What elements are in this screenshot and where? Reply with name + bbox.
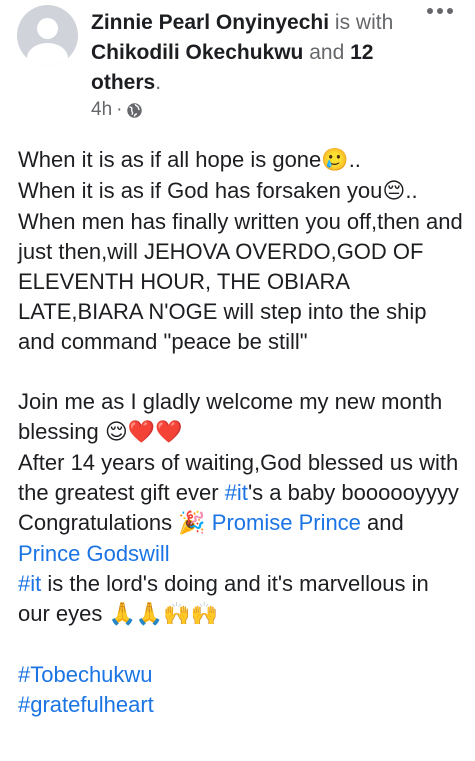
avatar-head-shape bbox=[37, 18, 58, 39]
author-name[interactable]: Zinnie Pearl Onyinyechi bbox=[91, 11, 329, 34]
tagged-name[interactable]: Chikodili Okechukwu bbox=[91, 41, 303, 64]
post-author-line: Zinnie Pearl Onyinyechi is with Chikodil… bbox=[91, 8, 421, 98]
more-dot bbox=[447, 8, 453, 14]
more-options-icon[interactable] bbox=[427, 8, 453, 14]
hashtag-list: #Tobechukwu #gratefulheart bbox=[18, 660, 466, 720]
mention-promise-prince[interactable]: Promise Prince bbox=[212, 510, 361, 535]
avatar[interactable] bbox=[17, 5, 78, 66]
hashtag-tobechukwu-link[interactable]: #Tobechukwu bbox=[18, 662, 153, 687]
hashtag-it-link[interactable]: #it bbox=[18, 571, 41, 596]
ellipsis-text: .. bbox=[348, 147, 361, 172]
avatar-body-shape bbox=[27, 43, 68, 66]
line-join: Join me as I gladly welcome my new month… bbox=[18, 389, 443, 444]
line-baby: 's a baby boooooyyyy bbox=[247, 480, 459, 505]
line-lords: is the lord's doing and it's marvellous … bbox=[18, 571, 429, 626]
post-body: When it is as if all hope is gone🥲.. Whe… bbox=[18, 145, 466, 720]
pensive-emoji: 😔 bbox=[382, 179, 406, 204]
period-text: . bbox=[155, 71, 162, 94]
relieved-hearts-emoji: 😌❤️❤️ bbox=[104, 420, 183, 445]
post-paragraph: When it is as if all hope is gone🥲.. Whe… bbox=[18, 145, 466, 357]
more-dot bbox=[437, 8, 443, 14]
line-hope: When it is as if all hope is gone bbox=[18, 147, 322, 172]
and-text: and bbox=[367, 510, 404, 535]
party-popper-emoji: 🎉 bbox=[178, 511, 206, 536]
ellipsis-text: .. bbox=[405, 178, 418, 203]
mention-prince-godswill[interactable]: Prince Godswill bbox=[18, 541, 170, 566]
post-time[interactable]: 4h bbox=[91, 99, 112, 121]
post-header: Zinnie Pearl Onyinyechi is with Chikodil… bbox=[0, 0, 475, 140]
more-dot bbox=[427, 8, 433, 14]
line-congrats: Congratulations bbox=[18, 510, 173, 535]
line-forsaken: When it is as if God has forsaken you bbox=[18, 178, 383, 203]
hashtag-gratefulheart-link[interactable]: #gratefulheart bbox=[18, 692, 154, 717]
globe-icon[interactable] bbox=[126, 102, 143, 119]
meta-separator: · bbox=[116, 99, 123, 120]
and-text: and bbox=[309, 41, 345, 64]
line-jehova: When men has finally written you off,the… bbox=[18, 209, 463, 354]
post-paragraph: Join me as I gladly welcome my new month… bbox=[18, 387, 466, 630]
post-meta: 4h · bbox=[91, 98, 143, 122]
hashtag-it-link[interactable]: #it bbox=[225, 480, 248, 505]
praying-hands-emoji: 🙏🙏🙌🙌 bbox=[108, 602, 219, 627]
smile-tear-emoji: 🥲 bbox=[321, 148, 349, 173]
with-text: is with bbox=[334, 11, 394, 34]
